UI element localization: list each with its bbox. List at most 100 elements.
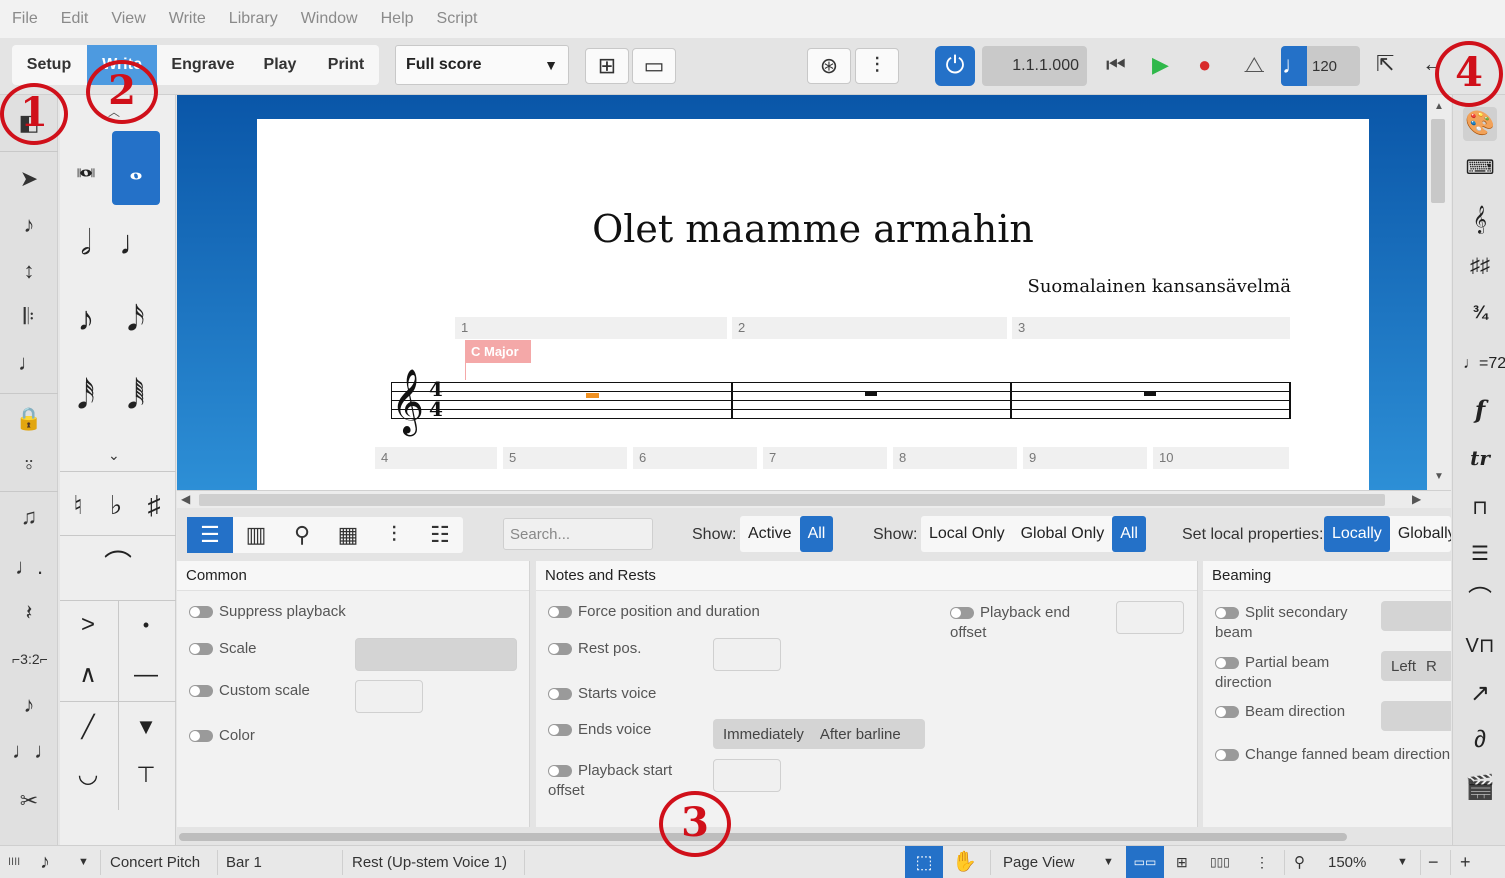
tab-setup[interactable]: Setup xyxy=(12,45,86,85)
marquee-select-icon[interactable]: ⬚ xyxy=(905,846,943,878)
rest-pos-toggle[interactable] xyxy=(548,643,572,656)
fermata-icon[interactable]: ◡ xyxy=(64,751,112,799)
custom-scale-toggle[interactable] xyxy=(189,685,213,698)
horizontal-scroll-icon[interactable]: ▯▯▯ xyxy=(1210,846,1230,878)
playback-end-toggle[interactable] xyxy=(950,607,974,620)
slash-note-icon[interactable]: ♪ xyxy=(12,689,46,721)
view-type-selector[interactable]: Page View xyxy=(1003,846,1074,878)
time-signature-denominator[interactable]: 4 xyxy=(429,399,443,419)
thirty-second-note-icon[interactable]: 𝅘𝅥𝅰 xyxy=(62,373,110,421)
breve-icon[interactable]: 𝅜 xyxy=(62,141,110,189)
properties-search-input[interactable]: Search... xyxy=(503,518,653,550)
after-barline-button[interactable]: After barline xyxy=(814,726,907,743)
split-secondary-beam-field[interactable] xyxy=(1381,601,1451,631)
lock-duration-icon[interactable]: 🔒 xyxy=(12,403,46,435)
playback-end-field[interactable] xyxy=(1116,601,1184,634)
chevron-down-icon[interactable]: ▼ xyxy=(1397,846,1408,878)
rewind-start-icon[interactable]: ⏮ xyxy=(1106,52,1126,78)
accent-icon[interactable]: > xyxy=(64,601,112,649)
scroll-left-icon[interactable]: ◀ xyxy=(181,492,190,506)
wedge-icon[interactable]: ▼ xyxy=(122,703,170,751)
menu-edit[interactable]: Edit xyxy=(61,10,89,28)
tempo-display[interactable]: ♩ 120 xyxy=(1281,46,1360,86)
sixteenth-note-icon[interactable]: 𝅘𝅥𝅯 xyxy=(112,295,160,343)
chevron-down-icon[interactable]: ▼ xyxy=(1103,846,1114,878)
left-button[interactable]: Left xyxy=(1381,658,1426,675)
window-button[interactable]: ▭ xyxy=(632,48,676,84)
grid-icon[interactable]: ▦ xyxy=(325,517,371,553)
eighth-note-icon[interactable]: ♪ xyxy=(62,295,110,343)
play-icon[interactable]: ▶ xyxy=(1152,52,1169,78)
beam-direction-field[interactable] xyxy=(1381,701,1451,731)
scale-field[interactable] xyxy=(355,638,517,671)
treble-clef-icon[interactable]: 𝄞 xyxy=(391,366,424,436)
whole-rest[interactable] xyxy=(1144,391,1156,396)
half-note-icon[interactable]: 𝅗𝅥 xyxy=(62,219,110,267)
chord-input-icon[interactable]: 𝄆 xyxy=(12,301,46,333)
menu-window[interactable]: Window xyxy=(301,10,358,28)
select-arrow-icon[interactable]: ➤ xyxy=(12,163,46,195)
zoom-out-icon[interactable]: − xyxy=(1428,846,1439,878)
scroll-up-icon[interactable]: ▲ xyxy=(1434,101,1444,112)
playback-start-toggle[interactable] xyxy=(548,765,572,778)
whole-rest[interactable] xyxy=(865,391,877,396)
global-only-button[interactable]: Global Only xyxy=(1013,516,1113,552)
partial-beam-direction-toggle[interactable] xyxy=(1215,657,1239,670)
list-icon[interactable]: ☰ xyxy=(187,517,233,553)
tuplet-icon[interactable]: ⌐3:2⌐ xyxy=(12,643,48,675)
selected-whole-rest[interactable] xyxy=(586,393,599,398)
time-signature-icon[interactable]: ¾ xyxy=(1463,295,1497,329)
marcato-icon[interactable]: ∧ xyxy=(64,651,112,699)
clapperboard-icon[interactable]: 🎬 xyxy=(1463,771,1497,805)
barlines-icon[interactable]: ☰ xyxy=(1463,537,1497,571)
starts-voice-toggle[interactable] xyxy=(548,688,572,701)
custom-scale-field[interactable] xyxy=(355,680,423,713)
show-all-button[interactable]: All xyxy=(799,516,834,552)
rest-pos-field[interactable] xyxy=(713,638,781,671)
immediately-button[interactable]: Immediately xyxy=(713,726,814,743)
key-signature-signpost[interactable]: C Major xyxy=(465,340,531,363)
scale-toggle[interactable] xyxy=(189,643,213,656)
slur-icon[interactable]: ⌒ xyxy=(82,541,154,589)
menu-help[interactable]: Help xyxy=(381,10,414,28)
whole-note-icon[interactable]: 𝅝 xyxy=(112,131,160,205)
scroll-thumb[interactable] xyxy=(199,494,1385,506)
sixty-fourth-note-icon[interactable]: 𝅘𝅥𝅱 xyxy=(112,373,160,421)
new-tab-button[interactable]: ⊞ xyxy=(585,48,629,84)
menu-view[interactable]: View xyxy=(111,10,145,28)
vertical-scrollbar[interactable]: ▲ ▼ xyxy=(1427,95,1451,490)
ornaments-icon[interactable]: tr xyxy=(1463,441,1497,475)
scissors-icon[interactable]: ✂ xyxy=(12,785,46,817)
add-note-icon[interactable]: ♫ xyxy=(12,501,46,533)
show-all-button[interactable]: All xyxy=(1112,516,1146,552)
scroll-thumb[interactable] xyxy=(1431,119,1445,203)
event-list-icon[interactable]: ☷ xyxy=(417,517,463,553)
note-input-icon[interactable]: ♪ xyxy=(12,209,46,241)
zoom-search-icon[interactable]: ⚲ xyxy=(1294,846,1305,878)
tab-engrave[interactable]: Engrave xyxy=(162,45,244,85)
layout-selector[interactable]: Full score ▼ xyxy=(395,45,569,85)
local-only-button[interactable]: Local Only xyxy=(921,516,1013,552)
insert-mode-icon[interactable]: ↕ xyxy=(12,255,46,287)
right-button[interactable]: R xyxy=(1426,658,1437,675)
hand-tool-icon[interactable]: ✋ xyxy=(952,846,977,878)
color-toggle[interactable] xyxy=(189,730,213,743)
ruler-icon[interactable]: ΙΙΙΙ xyxy=(8,846,20,878)
key-signature-icon[interactable]: ♯♯ xyxy=(1463,249,1497,283)
concert-pitch-toggle[interactable]: Concert Pitch xyxy=(110,846,200,878)
zoom-in-icon[interactable]: + xyxy=(1460,846,1471,878)
tab-print[interactable]: Print xyxy=(314,45,378,85)
show-active-button[interactable]: Active xyxy=(740,516,800,552)
metronome-icon[interactable]: ⧍ xyxy=(1244,52,1264,78)
menu-library[interactable]: Library xyxy=(229,10,278,28)
eighth-note-icon[interactable]: ♪ xyxy=(40,846,50,878)
quarter-note-icon[interactable]: ♩ xyxy=(112,219,160,267)
sharp-icon[interactable]: ♯ xyxy=(130,481,178,529)
scroll-right-icon[interactable]: ▶ xyxy=(1412,492,1421,506)
suppress-playback-toggle[interactable] xyxy=(189,606,213,619)
split-secondary-beam-toggle[interactable] xyxy=(1215,607,1239,620)
clef-icon[interactable]: 𝄞 xyxy=(1463,203,1497,237)
scroll-down-icon[interactable]: ▼ xyxy=(1434,471,1444,482)
staccatissimo-icon[interactable]: ╱ xyxy=(64,703,112,751)
locally-button[interactable]: Locally xyxy=(1324,516,1390,552)
